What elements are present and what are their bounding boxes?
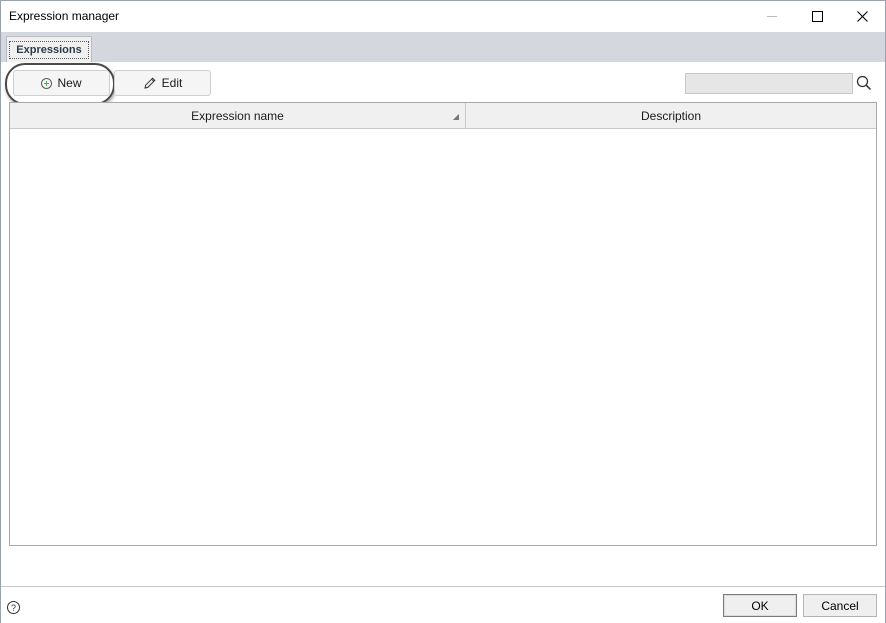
expressions-grid[interactable]: Expression name ◢ Description xyxy=(9,102,877,546)
column-header-label: Description xyxy=(640,108,702,123)
minimize-button[interactable] xyxy=(749,1,795,32)
maximize-icon xyxy=(811,11,823,22)
help-icon[interactable]: ? xyxy=(7,601,20,614)
edit-button[interactable]: Edit xyxy=(114,70,211,96)
ok-button[interactable]: OK xyxy=(723,594,797,617)
tab-strip: Expressions xyxy=(1,32,885,62)
window-title: Expression manager xyxy=(9,9,120,23)
cancel-button[interactable]: Cancel xyxy=(803,594,877,617)
edit-button-label: Edit xyxy=(161,76,183,90)
new-button-label: New xyxy=(57,76,82,90)
title-bar: Expression manager xyxy=(1,1,885,32)
tab-expressions[interactable]: Expressions xyxy=(6,36,92,62)
close-button[interactable] xyxy=(839,1,885,32)
minimize-icon xyxy=(767,16,777,17)
search-input[interactable] xyxy=(685,73,853,94)
search-icon[interactable] xyxy=(856,75,872,91)
dialog-footer: ? OK Cancel xyxy=(1,586,885,623)
pencil-icon xyxy=(143,76,157,90)
grid-header: Expression name ◢ Description xyxy=(10,103,876,129)
column-header-label: Expression name xyxy=(191,108,284,123)
column-header-expression-name[interactable]: Expression name ◢ xyxy=(10,103,466,128)
close-icon xyxy=(856,11,868,22)
plus-circle-icon xyxy=(41,77,53,89)
sort-indicator-icon: ◢ xyxy=(452,112,459,121)
column-header-description[interactable]: Description xyxy=(466,103,876,128)
maximize-button[interactable] xyxy=(794,1,840,32)
new-button[interactable]: New xyxy=(13,70,110,96)
main-content: New Edit Expression name ◢ Description xyxy=(1,62,885,586)
tab-label: Expressions xyxy=(9,40,89,59)
expression-manager-window: Expression manager Expressions New Edit … xyxy=(0,0,886,623)
